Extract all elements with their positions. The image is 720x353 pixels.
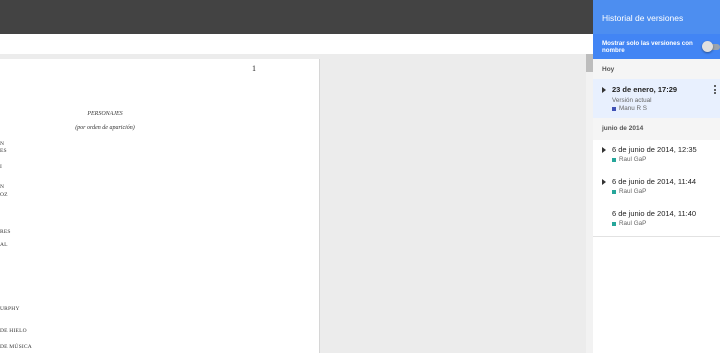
cast-subheading: (por orden de aparición) bbox=[75, 125, 135, 131]
cast-fragment: URPHY bbox=[0, 306, 20, 312]
version-author: Raul GaP bbox=[612, 220, 646, 227]
current-version-label: Versión actual bbox=[612, 97, 652, 104]
version-title: 6 de junio de 2014, 11:40 bbox=[612, 209, 697, 218]
author-name: Raul GaP bbox=[619, 156, 647, 163]
version-author: Raul GaP bbox=[612, 156, 646, 163]
version-entry[interactable]: 6 de junio de 2014, 12:35 Raul GaP bbox=[593, 140, 720, 173]
expand-caret-icon[interactable] bbox=[602, 87, 606, 93]
cast-fragment: DE HIELO bbox=[0, 328, 27, 334]
document-page[interactable]: 1 PERSONAJES (por orden de aparición) N … bbox=[0, 59, 320, 353]
scrollbar-thumb[interactable] bbox=[586, 54, 593, 72]
version-author: Manu R S bbox=[612, 105, 647, 112]
cast-fragment: N bbox=[0, 184, 5, 190]
ruler-bar bbox=[0, 34, 593, 54]
toggle-knob[interactable] bbox=[702, 41, 713, 52]
cast-heading: PERSONAJES bbox=[87, 111, 123, 117]
named-versions-filter[interactable]: Mostrar solo las versiones con nombre bbox=[593, 34, 720, 59]
expand-caret-icon[interactable] bbox=[602, 179, 606, 185]
version-entry[interactable]: 6 de junio de 2014, 11:44 Raul GaP bbox=[593, 172, 720, 205]
cast-fragment: RES bbox=[0, 229, 11, 235]
author-name: Raul GaP bbox=[619, 188, 647, 195]
version-title: 23 de enero, 17:29 bbox=[612, 85, 678, 94]
version-title: 6 de junio de 2014, 12:35 bbox=[612, 145, 697, 154]
expand-caret-icon[interactable] bbox=[602, 147, 606, 153]
section-header-june-2014: junio de 2014 bbox=[593, 118, 720, 140]
version-history-panel: Historial de versiones Mostrar solo las … bbox=[593, 0, 720, 353]
cast-fragment: DE MÚSICA bbox=[0, 344, 32, 350]
section-header-today: Hoy bbox=[593, 59, 720, 79]
panel-header: Historial de versiones bbox=[593, 0, 720, 34]
more-options-icon[interactable] bbox=[714, 85, 717, 96]
top-toolbar bbox=[0, 0, 593, 34]
author-color-swatch bbox=[612, 189, 616, 194]
author-color-swatch bbox=[612, 106, 616, 111]
cast-fragment: AL bbox=[0, 242, 8, 248]
cast-fragment: I bbox=[0, 164, 3, 170]
cast-fragment: OZ bbox=[0, 192, 8, 198]
filter-label: Mostrar solo las versiones con nombre bbox=[602, 40, 693, 54]
page-number: 1 bbox=[252, 64, 256, 73]
author-name: Manu R S bbox=[619, 105, 647, 112]
author-color-swatch bbox=[612, 157, 616, 162]
panel-title: Historial de versiones bbox=[602, 13, 684, 23]
version-author: Raul GaP bbox=[612, 188, 646, 195]
author-name: Raul GaP bbox=[619, 220, 647, 227]
author-color-swatch bbox=[612, 221, 616, 226]
cast-fragment: N bbox=[0, 141, 5, 147]
version-entry[interactable]: 6 de junio de 2014, 11:40 Raul GaP bbox=[593, 204, 720, 237]
section-label: Hoy bbox=[602, 66, 615, 73]
section-label: junio de 2014 bbox=[602, 125, 644, 132]
cast-fragment: ES bbox=[0, 148, 7, 154]
document-scrollbar[interactable] bbox=[586, 54, 593, 353]
version-entry-current[interactable]: 23 de enero, 17:29 Versión actual Manu R… bbox=[593, 79, 720, 119]
version-title: 6 de junio de 2014, 11:44 bbox=[612, 177, 697, 186]
